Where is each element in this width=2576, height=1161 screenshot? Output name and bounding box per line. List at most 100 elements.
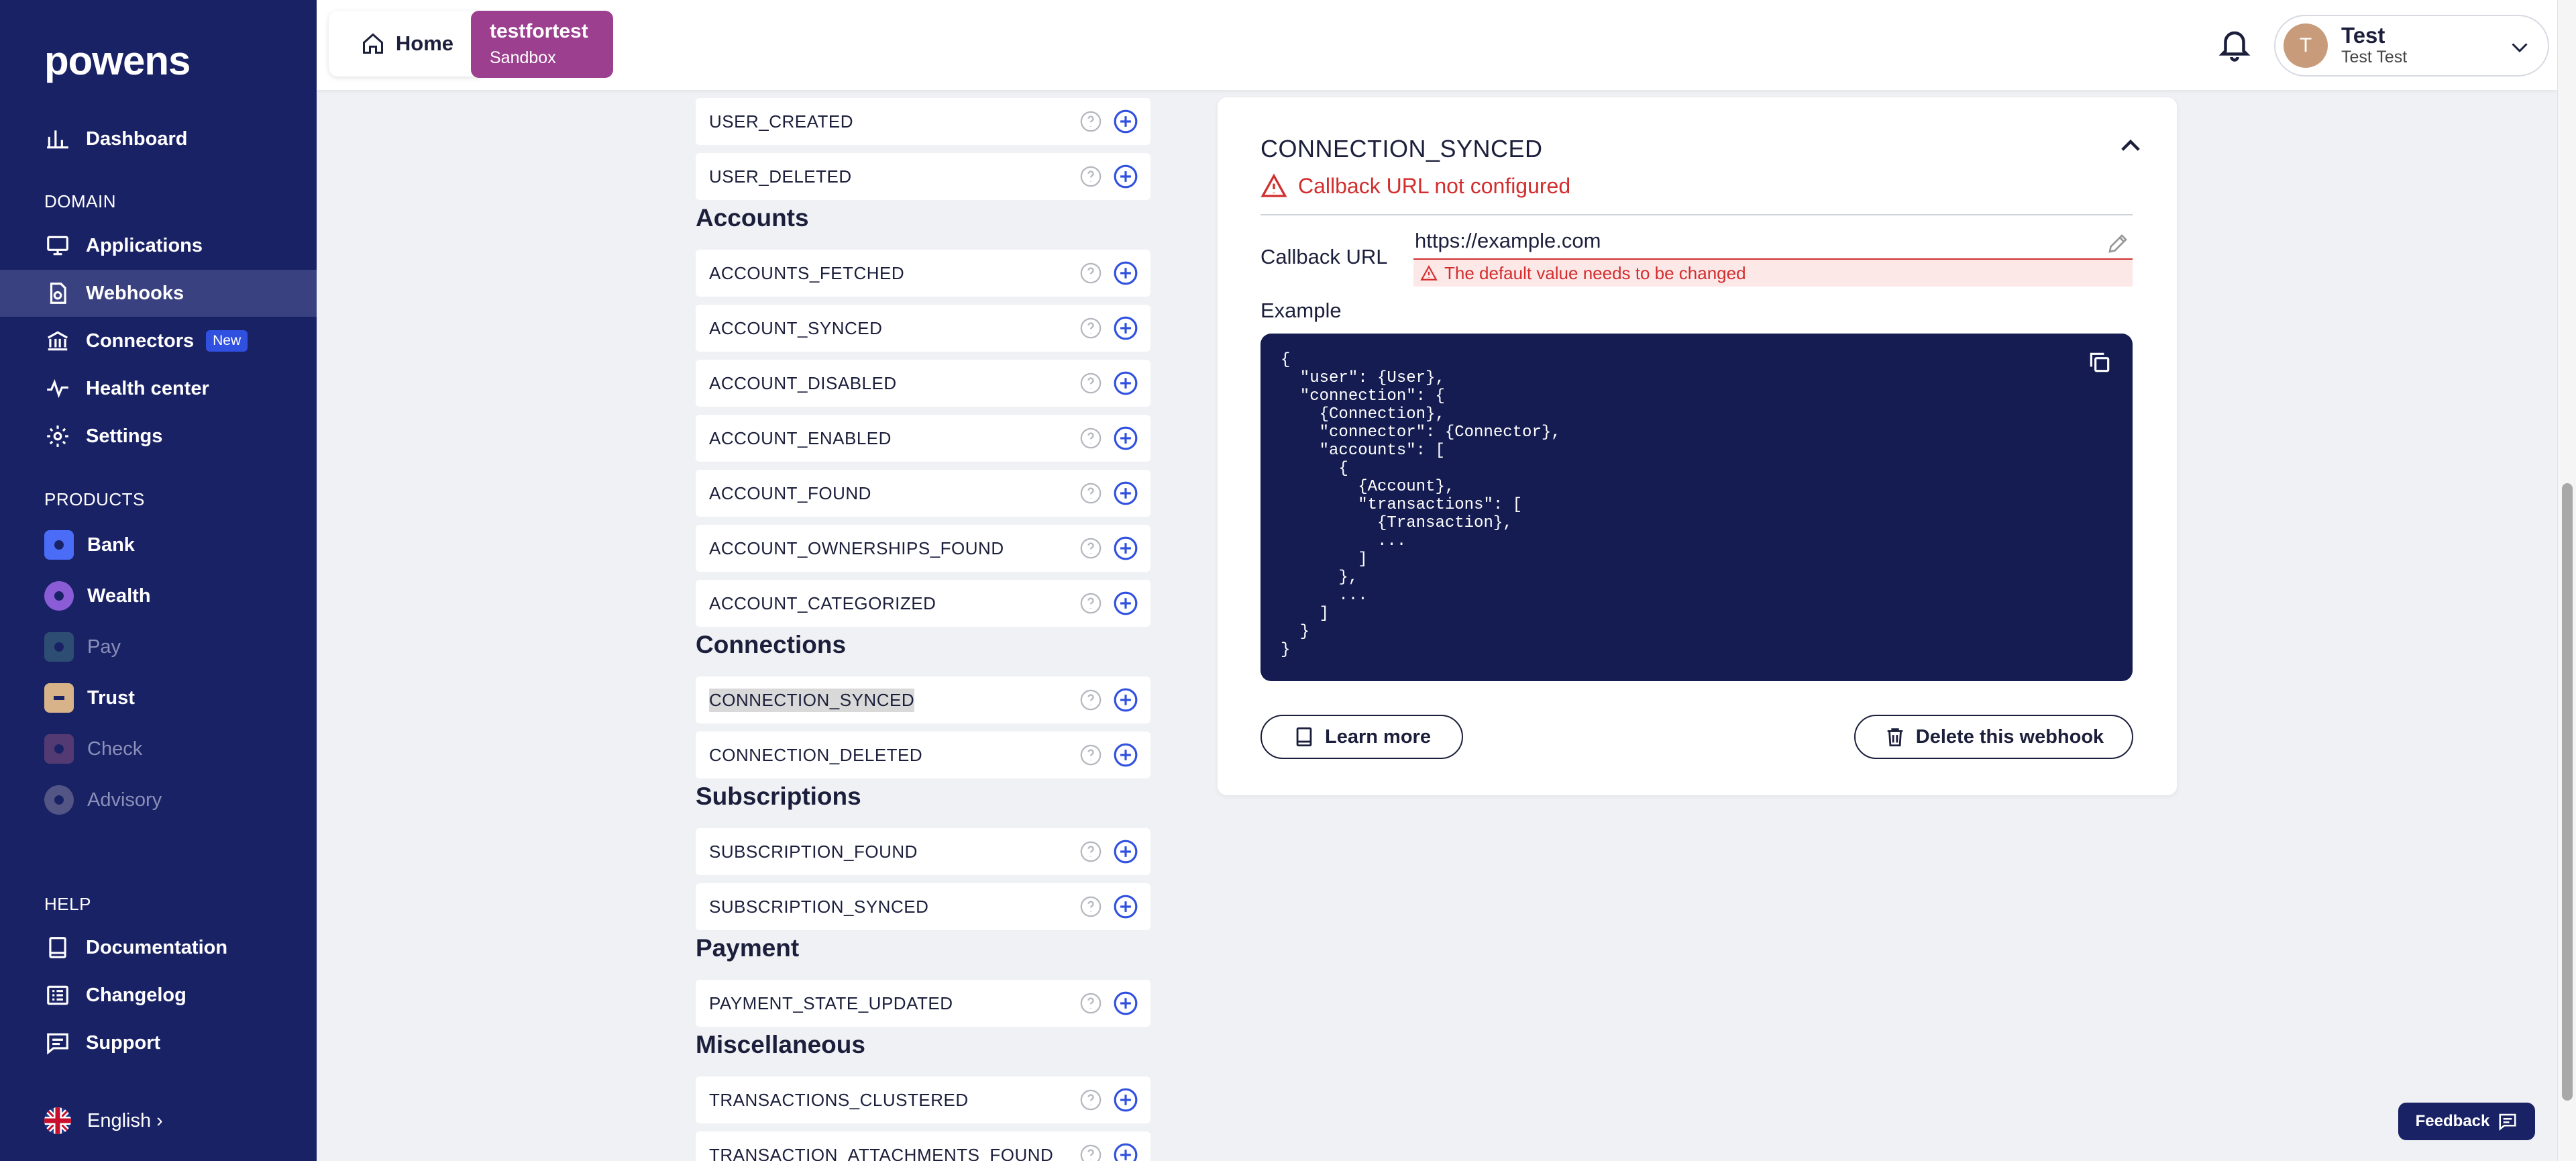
sidebar-section-help: HELP	[44, 894, 91, 914]
help-icon[interactable]	[1079, 592, 1102, 615]
sidebar-item-support[interactable]: Support	[0, 1019, 317, 1066]
sidebar-item-check[interactable]: Check	[0, 725, 317, 772]
sidebar-item-advisory[interactable]: Advisory	[0, 776, 317, 823]
add-icon[interactable]	[1113, 536, 1138, 561]
add-icon[interactable]	[1113, 894, 1138, 919]
help-icon[interactable]	[1079, 262, 1102, 285]
help-icon[interactable]	[1079, 895, 1102, 918]
feedback-button[interactable]: Feedback	[2398, 1103, 2535, 1140]
add-icon[interactable]	[1113, 591, 1138, 616]
help-icon[interactable]	[1079, 992, 1102, 1015]
uk-flag-icon	[44, 1107, 71, 1134]
sidebar-item-label: Dashboard	[86, 128, 188, 150]
environment-selector[interactable]: testfortest Sandbox	[471, 11, 613, 78]
event-row-connection-deleted[interactable]: CONNECTION_DELETED	[696, 731, 1150, 778]
help-icon[interactable]	[1079, 1144, 1102, 1161]
event-label: SUBSCRIPTION_FOUND	[709, 841, 918, 862]
add-icon[interactable]	[1113, 687, 1138, 713]
chevron-up-icon[interactable]	[2116, 132, 2145, 160]
help-icon[interactable]	[1079, 840, 1102, 863]
copy-icon[interactable]	[2087, 350, 2112, 375]
help-icon[interactable]	[1079, 689, 1102, 711]
event-row-payment-state-updated[interactable]: PAYMENT_STATE_UPDATED	[696, 980, 1150, 1027]
add-icon[interactable]	[1113, 1142, 1138, 1161]
event-group-title: Accounts	[696, 204, 809, 232]
event-row-account-disabled[interactable]: ACCOUNT_DISABLED	[696, 360, 1150, 407]
sidebar-item-wealth[interactable]: Wealth	[0, 572, 317, 619]
event-row-subscription-found[interactable]: SUBSCRIPTION_FOUND	[696, 828, 1150, 875]
sidebar-item-settings[interactable]: Settings	[0, 413, 317, 460]
delete-webhook-button[interactable]: Delete this webhook	[1854, 715, 2133, 759]
sidebar-item-label: Advisory	[87, 789, 162, 811]
sidebar-item-health-center[interactable]: Health center	[0, 365, 317, 412]
pencil-icon[interactable]	[2106, 232, 2130, 256]
warning-icon	[1260, 173, 1287, 197]
chat-icon	[44, 1029, 71, 1056]
add-icon[interactable]	[1113, 260, 1138, 286]
sidebar-item-bank[interactable]: Bank	[0, 521, 317, 568]
scrollbar-thumb[interactable]	[2562, 483, 2573, 1101]
sidebar-section-domain: DOMAIN	[44, 191, 116, 211]
event-row-accounts-fetched[interactable]: ACCOUNTS_FETCHED	[696, 250, 1150, 297]
page-scrollbar[interactable]	[2557, 0, 2576, 1161]
add-icon[interactable]	[1113, 164, 1138, 189]
event-row-user-deleted[interactable]: USER_DELETED	[696, 153, 1150, 200]
event-row-user-created[interactable]: USER_CREATED	[696, 98, 1150, 145]
sidebar-item-documentation[interactable]: Documentation	[0, 924, 317, 971]
top-bar: Home testfortest Sandbox T Test Test Tes…	[317, 0, 2557, 90]
help-icon[interactable]	[1079, 537, 1102, 560]
sidebar-item-label: Check	[87, 738, 143, 760]
home-button[interactable]: Home	[329, 11, 486, 77]
add-icon[interactable]	[1113, 481, 1138, 506]
event-row-account-found[interactable]: ACCOUNT_FOUND	[696, 470, 1150, 517]
learn-more-button[interactable]: Learn more	[1260, 715, 1463, 759]
powens-logo[interactable]: powens	[44, 38, 191, 84]
event-row-connection-synced[interactable]: CONNECTION_SYNCED	[696, 676, 1150, 723]
advisory-product-icon	[44, 785, 74, 815]
event-label: ACCOUNT_DISABLED	[709, 372, 897, 393]
add-icon[interactable]	[1113, 991, 1138, 1016]
event-row-account-synced[interactable]: ACCOUNT_SYNCED	[696, 305, 1150, 352]
event-row-account-categorized[interactable]: ACCOUNT_CATEGORIZED	[696, 580, 1150, 627]
sidebar-item-trust[interactable]: Trust	[0, 674, 317, 721]
sidebar-item-label: Trust	[87, 687, 135, 709]
add-icon[interactable]	[1113, 109, 1138, 134]
help-icon[interactable]	[1079, 427, 1102, 450]
help-icon[interactable]	[1079, 317, 1102, 340]
add-icon[interactable]	[1113, 1087, 1138, 1113]
sidebar-item-label: Bank	[87, 534, 135, 556]
event-label: CONNECTION_SYNCED	[709, 688, 915, 712]
sidebar-item-pay[interactable]: Pay	[0, 623, 317, 670]
add-icon[interactable]	[1113, 315, 1138, 341]
callback-url-field[interactable]: https://example.com	[1413, 229, 2133, 260]
help-icon[interactable]	[1079, 744, 1102, 766]
help-icon[interactable]	[1079, 372, 1102, 395]
new-badge: New	[206, 330, 248, 352]
add-icon[interactable]	[1113, 742, 1138, 768]
bell-icon[interactable]	[2216, 27, 2253, 63]
help-icon[interactable]	[1079, 1089, 1102, 1111]
event-row-account-enabled[interactable]: ACCOUNT_ENABLED	[696, 415, 1150, 462]
sidebar-item-connectors[interactable]: Connectors New	[0, 317, 317, 364]
help-icon[interactable]	[1079, 110, 1102, 133]
sidebar-item-changelog[interactable]: Changelog	[0, 972, 317, 1019]
event-row-subscription-synced[interactable]: SUBSCRIPTION_SYNCED	[696, 883, 1150, 930]
webhook-detail-card: CONNECTION_SYNCED Callback URL not confi…	[1218, 97, 2177, 795]
add-icon[interactable]	[1113, 370, 1138, 396]
help-icon[interactable]	[1079, 482, 1102, 505]
add-icon[interactable]	[1113, 839, 1138, 864]
bar-chart-icon	[44, 125, 71, 152]
sidebar-item-label: Pay	[87, 636, 121, 658]
event-row-account-ownerships-found[interactable]: ACCOUNT_OWNERSHIPS_FOUND	[696, 525, 1150, 572]
event-row-transaction-attachments-found[interactable]: TRANSACTION_ATTACHMENTS_FOUND	[696, 1131, 1150, 1161]
sidebar-item-dashboard[interactable]: Dashboard	[0, 115, 317, 162]
language-switcher[interactable]: English ›	[44, 1107, 163, 1134]
sidebar-item-webhooks[interactable]: Webhooks	[0, 270, 317, 317]
sidebar-item-applications[interactable]: Applications	[0, 222, 317, 269]
event-row-transactions-clustered[interactable]: TRANSACTIONS_CLUSTERED	[696, 1076, 1150, 1123]
chat-icon	[2499, 1113, 2516, 1131]
user-menu[interactable]: T Test Test Test	[2274, 15, 2549, 77]
help-icon[interactable]	[1079, 165, 1102, 188]
callback-url-error: The default value needs to be changed	[1413, 260, 2133, 287]
add-icon[interactable]	[1113, 425, 1138, 451]
